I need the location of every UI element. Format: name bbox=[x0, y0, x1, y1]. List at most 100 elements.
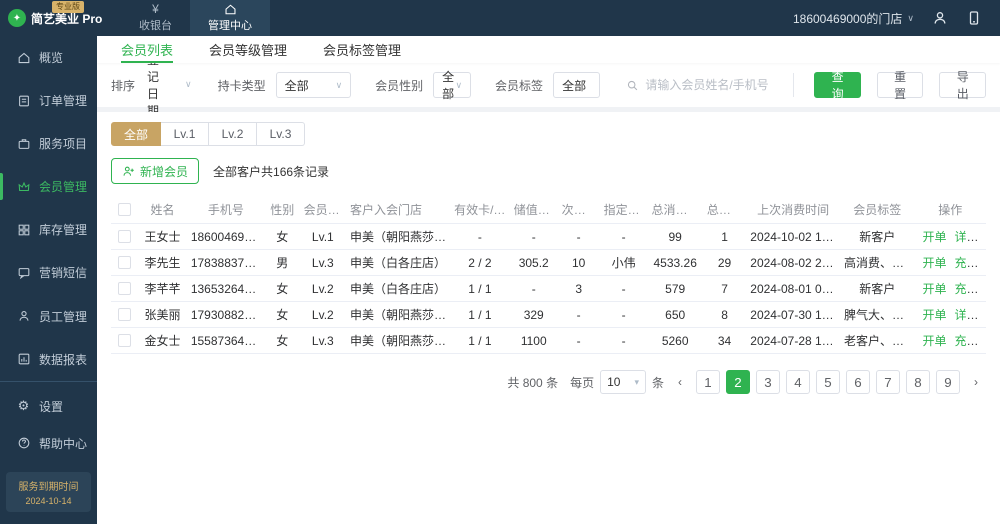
page-button[interactable]: 7 bbox=[876, 370, 900, 394]
nav-admin-center[interactable]: 管理中心 bbox=[190, 0, 270, 36]
row-checkbox[interactable] bbox=[118, 256, 132, 269]
sidebar-label: 服务项目 bbox=[39, 137, 88, 152]
member-tag-value: 全部 bbox=[562, 78, 587, 93]
per-page-select[interactable]: 10 ▾ bbox=[600, 370, 646, 394]
col-cards: 有效卡/总卡数 bbox=[454, 203, 510, 217]
sidebar-item-members[interactable]: 会员管理 bbox=[0, 165, 97, 208]
page-button-current[interactable]: 2 bbox=[726, 370, 750, 394]
row-checkbox[interactable] bbox=[118, 282, 132, 295]
row-checkbox[interactable] bbox=[118, 230, 132, 243]
tab-member-list[interactable]: 会员列表 bbox=[121, 36, 174, 63]
export-button[interactable]: 导出 bbox=[939, 70, 987, 101]
cell-total: 5260 bbox=[661, 333, 689, 348]
card-type-label: 持卡类型 bbox=[217, 78, 266, 93]
query-button[interactable]: 查询 bbox=[814, 70, 861, 101]
page-button[interactable]: 9 bbox=[936, 370, 960, 394]
sidebar-item-reports[interactable]: 数据报表 bbox=[0, 338, 97, 381]
search-input[interactable] bbox=[645, 78, 786, 92]
member-tag-select[interactable]: 全部 bbox=[553, 72, 601, 98]
add-member-button[interactable]: 新增会员 bbox=[111, 158, 200, 184]
page-button[interactable]: 8 bbox=[906, 370, 930, 394]
row-checkbox[interactable] bbox=[118, 308, 132, 321]
search-icon bbox=[626, 79, 639, 92]
service-expiry-box: 服务到期时间 2024-10-14 bbox=[6, 472, 91, 513]
table-row: 张美丽 17930882341 女 Lv.2 申美（朝阳燕莎店） 1 / 1 3… bbox=[111, 302, 986, 328]
action-open-order[interactable]: 开单 bbox=[922, 308, 946, 322]
chevron-down-icon: ∨ bbox=[455, 79, 463, 90]
col-gender: 性别 bbox=[270, 203, 295, 217]
level-tab-lv1[interactable]: Lv.1 bbox=[161, 122, 210, 146]
cell-phone: 17930882341 bbox=[190, 307, 265, 322]
level-tab-lv2[interactable]: Lv.2 bbox=[209, 122, 258, 146]
action-open-order[interactable]: 开单 bbox=[922, 230, 946, 244]
reset-button[interactable]: 重置 bbox=[876, 70, 924, 101]
page-button[interactable]: 5 bbox=[816, 370, 840, 394]
next-page-button[interactable]: › bbox=[966, 370, 986, 394]
sidebar-item-settings[interactable]: ⚙ 设置 bbox=[0, 388, 97, 425]
cell-times: - bbox=[576, 333, 581, 348]
action-open-order[interactable]: 开单 bbox=[922, 334, 946, 348]
nav-cashier[interactable]: ¥ 收银台 bbox=[121, 0, 190, 36]
cell-balance: - bbox=[531, 229, 536, 244]
page-button[interactable]: 6 bbox=[846, 370, 870, 394]
sidebar: 概览 订单管理 服务项目 会员管理 库存管理 营销短信 员工管理 数据报表 ⚙ … bbox=[0, 36, 97, 524]
cell-orders: 1 bbox=[721, 229, 728, 244]
cell-name: 李芊芊 bbox=[144, 282, 181, 296]
sidebar-item-inventory[interactable]: 库存管理 bbox=[0, 208, 97, 251]
sidebar-item-help[interactable]: 帮助中心 bbox=[0, 425, 97, 462]
user-icon[interactable] bbox=[932, 10, 948, 26]
select-all-checkbox[interactable] bbox=[118, 203, 132, 216]
filter-bar: 排序 登记日期 ∨ 持卡类型 全部 ∨ 会员性别 全部 ∨ 会员标签 全部 bbox=[97, 53, 1000, 124]
tab-level-manage[interactable]: 会员等级管理 bbox=[209, 36, 287, 63]
col-tags: 会员标签 bbox=[853, 203, 902, 217]
sidebar-label: 员工管理 bbox=[39, 309, 88, 324]
sidebar-item-services[interactable]: 服务项目 bbox=[0, 122, 97, 165]
action-link[interactable]: 充值 bbox=[954, 334, 978, 348]
cell-stylist: - bbox=[621, 281, 626, 296]
cell-tags: 高消费、喜欢按摩... bbox=[843, 256, 914, 270]
sort-label: 排序 bbox=[111, 78, 136, 93]
store-name: 18600469000的门店 bbox=[792, 11, 903, 26]
page-button[interactable]: 4 bbox=[786, 370, 810, 394]
mobile-icon[interactable] bbox=[966, 10, 982, 26]
sidebar-item-sms[interactable]: 营销短信 bbox=[0, 251, 97, 294]
page-button[interactable]: 1 bbox=[696, 370, 720, 394]
card-type-select[interactable]: 全部 ∨ bbox=[275, 72, 352, 98]
chevron-down-icon: ∨ bbox=[335, 79, 343, 90]
action-link[interactable]: 详情 bbox=[954, 308, 978, 322]
cell-gender: 男 bbox=[276, 256, 289, 270]
page-button[interactable]: 3 bbox=[756, 370, 780, 394]
sidebar-item-staff[interactable]: 员工管理 bbox=[0, 294, 97, 337]
action-link[interactable]: 充值 bbox=[954, 256, 978, 270]
cell-last-time: 2024-08-01 09:20:14 bbox=[750, 281, 840, 296]
sidebar-item-overview[interactable]: 概览 bbox=[0, 36, 97, 79]
action-link[interactable]: 充值 bbox=[954, 282, 978, 296]
add-member-label: 新增会员 bbox=[140, 164, 189, 179]
col-phone: 手机号 bbox=[207, 203, 244, 217]
nav-cashier-label: 收银台 bbox=[139, 20, 172, 32]
action-open-order[interactable]: 开单 bbox=[922, 256, 946, 270]
app-root: ✦ 简艺美业 Pro 专业版 ¥ 收银台 管理中心 18600469000的门店… bbox=[0, 0, 1000, 524]
cell-total: 579 bbox=[665, 281, 686, 296]
cell-name: 李先生 bbox=[144, 256, 181, 270]
level-tab-all[interactable]: 全部 bbox=[111, 122, 162, 146]
prev-page-button[interactable]: ‹ bbox=[670, 370, 690, 394]
cell-phone: 18600469000 bbox=[190, 229, 265, 244]
cell-total: 650 bbox=[665, 307, 686, 322]
cell-times: 10 bbox=[571, 255, 586, 270]
action-link[interactable]: 详情 bbox=[954, 230, 978, 244]
yen-icon: ¥ bbox=[152, 2, 159, 16]
gender-select[interactable]: 全部 ∨ bbox=[433, 70, 472, 101]
cell-gender: 女 bbox=[276, 334, 289, 348]
level-tab-lv3[interactable]: Lv.3 bbox=[257, 122, 306, 146]
store-switcher[interactable]: 18600469000的门店 ∨ bbox=[793, 10, 914, 27]
row-checkbox[interactable] bbox=[118, 334, 132, 347]
cell-level: Lv.3 bbox=[311, 333, 334, 348]
action-open-order[interactable]: 开单 bbox=[922, 282, 946, 296]
member-tag-label: 会员标签 bbox=[495, 78, 544, 93]
cell-stylist: 小伟 bbox=[611, 256, 636, 270]
sidebar-item-orders[interactable]: 订单管理 bbox=[0, 79, 97, 122]
cell-cards: 1 / 1 bbox=[468, 281, 492, 296]
tab-tag-manage[interactable]: 会员标签管理 bbox=[323, 36, 401, 63]
cell-cards: 2 / 2 bbox=[468, 255, 492, 270]
